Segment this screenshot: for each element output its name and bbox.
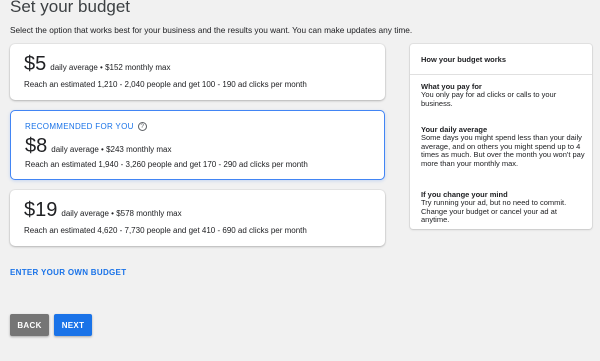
page-title: Set your budget [10, 0, 131, 16]
budget-info-panel: How your budget works What you pay for Y… [410, 44, 592, 229]
budget-description: daily average • $243 monthly max [51, 145, 172, 154]
budget-option-8[interactable]: RECOMMENDED FOR YOU ? $8 daily average •… [10, 110, 385, 180]
back-button[interactable]: BACK [10, 314, 49, 336]
price-row: $5 daily average • $152 monthly max [24, 53, 170, 76]
budget-reach: Reach an estimated 1,940 - 3,260 people … [25, 160, 308, 169]
info-section-pay: What you pay for You only pay for ad cli… [421, 82, 585, 108]
help-circle-icon[interactable]: ? [137, 122, 147, 131]
price-row: $19 daily average • $578 monthly max [24, 199, 182, 222]
budget-reach: Reach an estimated 1,210 - 2,040 people … [24, 80, 307, 89]
budget-description: daily average • $578 monthly max [61, 209, 182, 218]
price-row: $8 daily average • $243 monthly max [25, 135, 171, 158]
recommended-label: RECOMMENDED FOR YOU [25, 122, 134, 131]
info-section-change-mind: If you change your mind Try running your… [421, 190, 585, 225]
recommended-row: RECOMMENDED FOR YOU ? [25, 122, 147, 131]
info-text: You only pay for ad clicks or calls to y… [421, 90, 557, 108]
info-text: Try running your ad, but no need to comm… [421, 198, 567, 225]
budget-option-19[interactable]: $19 daily average • $578 monthly max Rea… [10, 190, 385, 246]
page-subtitle: Select the option that works best for yo… [10, 25, 413, 35]
info-panel-title: How your budget works [421, 55, 507, 64]
budget-price: $8 [25, 135, 48, 157]
budget-price: $19 [24, 199, 58, 221]
budget-price: $5 [24, 53, 47, 75]
divider [410, 74, 592, 75]
info-section-daily-average: Your daily average Some days you might s… [421, 125, 585, 168]
enter-own-budget-link[interactable]: ENTER YOUR OWN BUDGET [10, 268, 126, 277]
budget-description: daily average • $152 monthly max [50, 63, 171, 72]
next-button[interactable]: NEXT [54, 314, 92, 336]
budget-reach: Reach an estimated 4,620 - 7,730 people … [24, 226, 307, 235]
info-text: Some days you might spend less than your… [421, 133, 585, 168]
budget-option-5[interactable]: $5 daily average • $152 monthly max Reac… [10, 44, 385, 100]
